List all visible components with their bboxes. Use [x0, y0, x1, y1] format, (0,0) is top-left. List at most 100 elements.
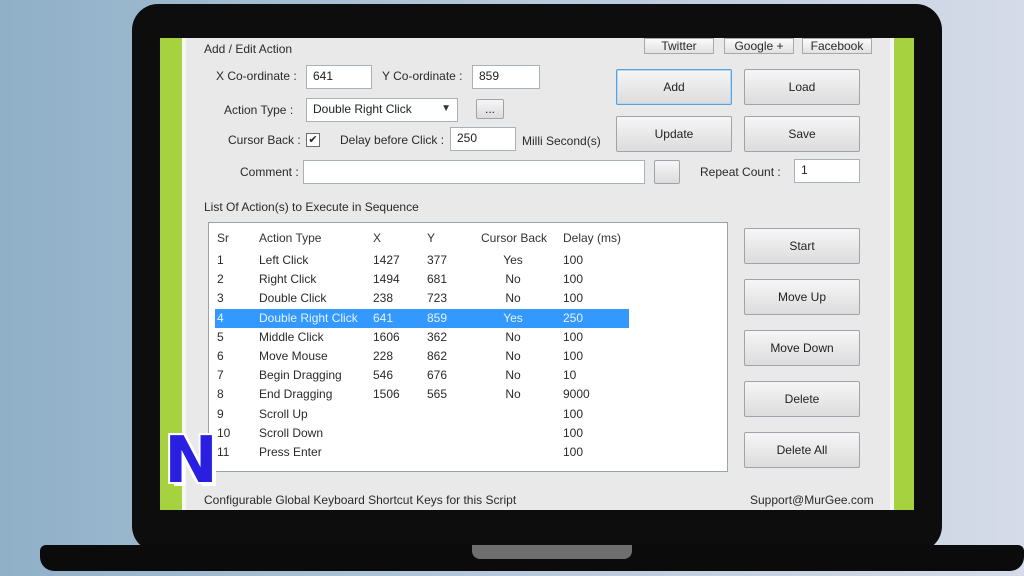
cell-action-type: Scroll Down [259, 425, 324, 440]
cell-x: 1427 [373, 253, 400, 267]
cell-action-type: Middle Click [259, 329, 324, 344]
start-button[interactable]: Start [744, 228, 860, 264]
cell-cursor-back: Yes [503, 253, 523, 267]
chevron-down-icon: ▼ [441, 103, 451, 114]
right-accent-bar [894, 38, 914, 510]
table-row[interactable]: 2 Right Click 1494 681 No 100 [209, 270, 727, 289]
cell-cursor-back: Yes [503, 310, 523, 325]
update-button[interactable]: Update [616, 116, 732, 152]
cell-sr: 1 [217, 253, 224, 267]
table-row[interactable]: 9 Scroll Up 100 [209, 405, 727, 424]
table-row[interactable]: 4 Double Right Click 641 859 Yes 250 [209, 308, 727, 328]
cell-delay: 10 [563, 368, 577, 383]
list-title: List Of Action(s) to Execute in Sequence [204, 200, 419, 214]
table-row[interactable]: 3 Double Click 238 723 No 100 [209, 289, 727, 308]
cell-sr: 7 [217, 368, 224, 383]
cell-x: 546 [373, 368, 394, 383]
x-coordinate-label: X Co-ordinate : [216, 69, 297, 83]
cell-y: 565 [427, 387, 448, 402]
cell-action-type: Move Mouse [259, 349, 328, 363]
cell-delay: 100 [563, 425, 584, 440]
comment-label: Comment : [240, 165, 299, 179]
column-header-action-type: Action Type [259, 231, 322, 245]
browse-button[interactable]: ... [476, 99, 504, 119]
column-header-sr: Sr [217, 231, 229, 245]
load-button[interactable]: Load [744, 69, 860, 105]
save-button[interactable]: Save [744, 116, 860, 152]
cell-x: 238 [373, 291, 394, 306]
table-row[interactable]: 8 End Dragging 1506 565 No 9000 [209, 385, 727, 404]
twitter-button[interactable]: Twitter [644, 38, 714, 54]
table-row[interactable]: 1 Left Click 1427 377 Yes 100 [209, 251, 727, 270]
move-down-button[interactable]: Move Down [744, 330, 860, 366]
delete-all-button[interactable]: Delete All [744, 432, 860, 468]
cell-sr: 8 [217, 387, 224, 402]
move-up-button[interactable]: Move Up [744, 279, 860, 315]
channel-logo: N [164, 424, 218, 498]
x-coordinate-input[interactable]: 641 [306, 65, 372, 89]
actions-list[interactable]: Sr Action Type X Y Cursor Back Delay (ms… [208, 222, 728, 472]
cell-cursor-back: No [505, 349, 521, 363]
cell-cursor-back: No [505, 291, 521, 306]
cell-delay: 100 [563, 272, 584, 287]
add-button[interactable]: Add [616, 69, 732, 105]
repeat-count-input[interactable]: 1 [794, 159, 860, 183]
cell-delay: 100 [563, 406, 584, 421]
y-coordinate-label: Y Co-ordinate : [382, 69, 463, 83]
table-row[interactable]: 10 Scroll Down 100 [209, 424, 727, 443]
table-row[interactable]: 7 Begin Dragging 546 676 No 10 [209, 366, 727, 385]
cell-sr: 2 [217, 272, 224, 287]
comment-input[interactable] [303, 160, 645, 184]
cell-action-type: Double Click [259, 291, 327, 306]
cell-cursor-back: No [505, 329, 521, 344]
cell-action-type: End Dragging [259, 387, 333, 402]
delete-button[interactable]: Delete [744, 381, 860, 417]
cell-y: 862 [427, 349, 448, 363]
cell-action-type: Right Click [259, 272, 317, 287]
cell-sr: 9 [217, 406, 224, 421]
table-row[interactable]: 11 Press Enter 100 [209, 443, 727, 462]
cell-x: 1606 [373, 329, 400, 344]
cell-x: 1506 [373, 387, 400, 402]
comment-extra-button[interactable] [654, 160, 680, 184]
cell-delay: 100 [563, 253, 584, 267]
cell-action-type: Left Click [259, 253, 309, 267]
cell-sr: 5 [217, 329, 224, 344]
cell-x: 641 [373, 310, 394, 325]
table-row[interactable]: 6 Move Mouse 228 862 No 100 [209, 347, 727, 366]
cell-y: 859 [427, 310, 448, 325]
table-row[interactable]: 5 Middle Click 1606 362 No 100 [209, 328, 727, 347]
cell-sr: 4 [217, 310, 224, 325]
cell-delay: 100 [563, 291, 584, 306]
cell-delay: 9000 [563, 387, 590, 402]
action-type-select[interactable]: Double Right Click ▼ [306, 98, 458, 122]
cell-action-type: Press Enter [259, 445, 322, 459]
cell-cursor-back: No [505, 272, 521, 287]
footer-support-link[interactable]: Support@MurGee.com [750, 493, 874, 507]
cell-sr: 3 [217, 291, 224, 306]
cell-delay: 100 [563, 445, 584, 459]
cursor-back-checkbox[interactable]: ✔ [306, 133, 320, 147]
app-window: Add / Edit Action Twitter Google + Faceb… [160, 38, 914, 510]
cell-action-type: Scroll Up [259, 406, 308, 421]
action-type-label: Action Type : [224, 103, 294, 117]
facebook-button[interactable]: Facebook [802, 38, 872, 54]
cursor-back-label: Cursor Back : [228, 133, 301, 147]
delay-input[interactable]: 250 [450, 127, 516, 151]
laptop-notch [472, 545, 632, 559]
cell-delay: 100 [563, 329, 584, 344]
list-header: Sr Action Type X Y Cursor Back Delay (ms… [209, 229, 727, 248]
y-coordinate-input[interactable]: 859 [472, 65, 540, 89]
cell-y: 377 [427, 253, 448, 267]
cell-y: 676 [427, 368, 448, 383]
column-header-cursor-back: Cursor Back [481, 231, 548, 245]
cell-delay: 100 [563, 349, 584, 363]
cell-cursor-back: No [505, 368, 521, 383]
google-plus-button[interactable]: Google + [724, 38, 794, 54]
cell-cursor-back: No [505, 387, 521, 402]
column-header-y: Y [427, 231, 436, 245]
footer-shortcut-link[interactable]: Configurable Global Keyboard Shortcut Ke… [204, 493, 516, 507]
cell-y: 681 [427, 272, 448, 287]
delay-unit-label: Milli Second(s) [522, 134, 601, 148]
column-header-x: X [373, 231, 382, 245]
